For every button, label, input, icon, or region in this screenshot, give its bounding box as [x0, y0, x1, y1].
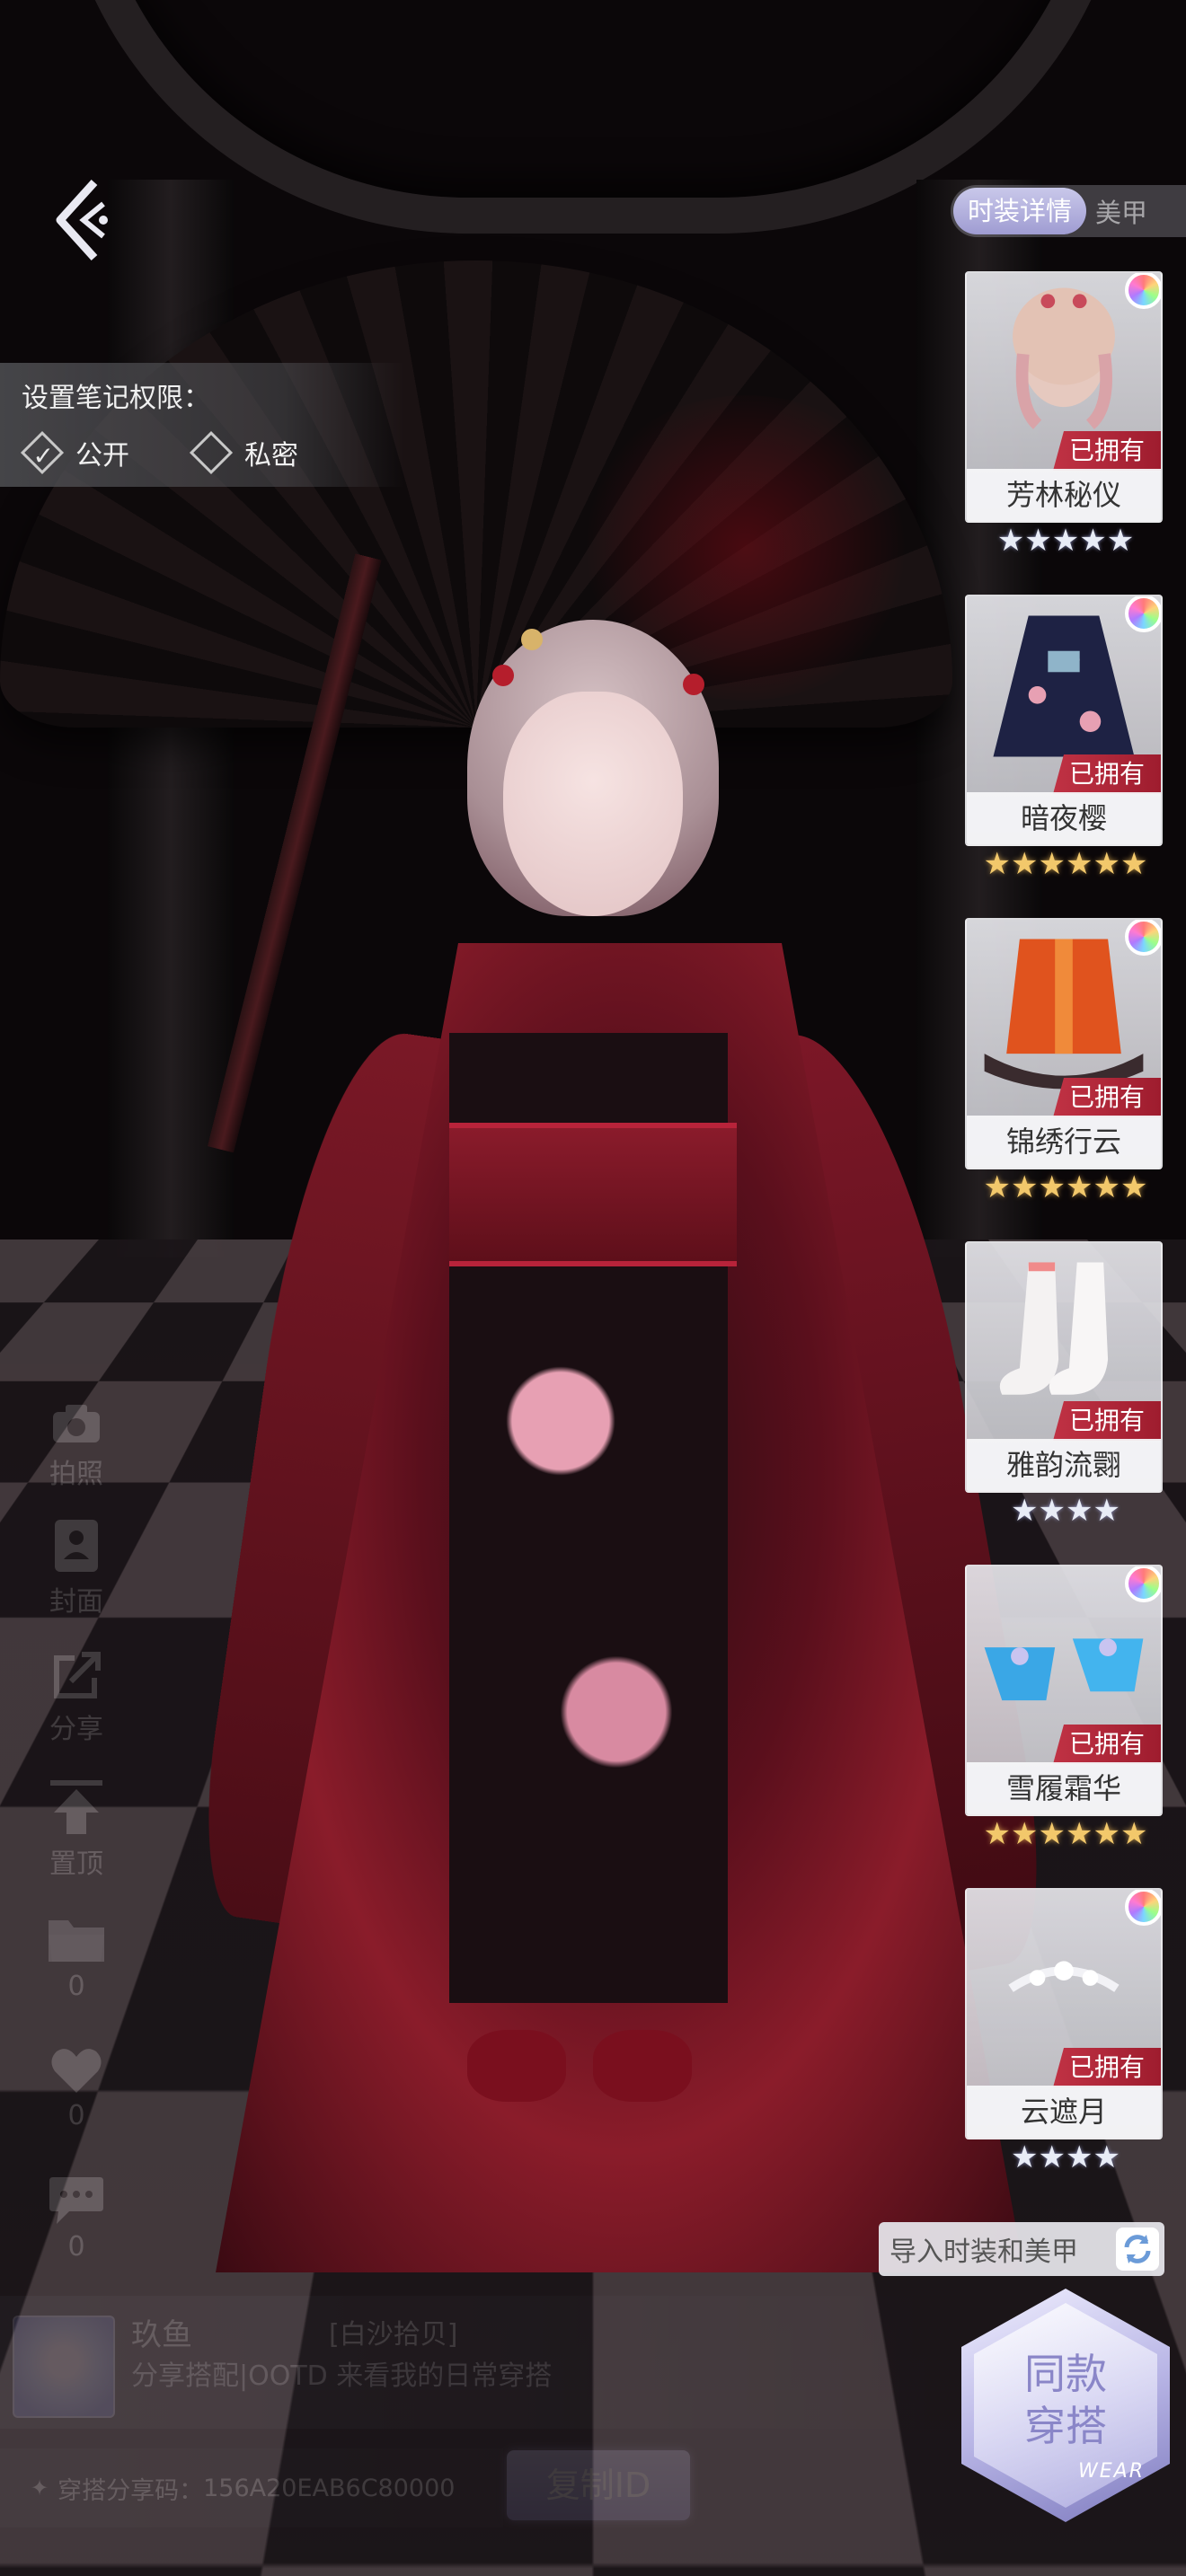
- wear-label: WEAR: [1078, 2460, 1145, 2483]
- item-card[interactable]: 已拥有 暗夜樱: [965, 595, 1163, 846]
- unchecked-diamond-icon: [190, 431, 233, 474]
- collect-button[interactable]: 0: [36, 1911, 117, 2002]
- privacy-title: 设置笔记权限：: [22, 375, 210, 415]
- privacy-option-label: 公开: [75, 433, 129, 472]
- owned-badge: 已拥有: [1053, 2048, 1161, 2087]
- item-card[interactable]: 已拥有 雪履霜华: [965, 1565, 1163, 1816]
- share-code-value: 156A20EAB6C80000: [203, 2475, 455, 2502]
- same-outfit-button[interactable]: 同款 穿搭 WEAR: [961, 2289, 1170, 2522]
- pin-top-icon: [49, 1778, 104, 1836]
- action-label: 分享: [49, 1707, 103, 1746]
- action-label: 拍照: [49, 1451, 103, 1491]
- sparkle-icon: ✦: [31, 2475, 49, 2501]
- share-icon: [49, 1651, 103, 1701]
- item-rarity-stars: ★★★★★★: [969, 848, 1163, 880]
- same-outfit-line2: 穿搭: [961, 2400, 1170, 2452]
- character-face: [503, 692, 683, 916]
- note-description: 分享搭配|OOTD 来看我的日常穿搭: [131, 2353, 552, 2393]
- character-shoe-left: [467, 2030, 566, 2102]
- detail-tabs: 时装详情 美甲: [951, 185, 1186, 237]
- color-variant-icon: [1125, 1565, 1163, 1602]
- tab-nails[interactable]: 美甲: [1086, 192, 1147, 230]
- note-privacy-panel: 设置笔记权限： ✓ 公开 私密: [0, 363, 404, 487]
- action-label: 置顶: [49, 1841, 103, 1881]
- hair-ornament: [492, 665, 514, 686]
- import-label: 导入时装和美甲: [890, 2229, 1078, 2269]
- item-rarity-stars: ★★★★★★: [969, 1171, 1163, 1204]
- item-card[interactable]: 已拥有 雅韵流翾: [965, 1241, 1163, 1493]
- share-code-row: ✦ 穿搭分享码： 156A20EAB6C80000: [0, 2448, 503, 2527]
- item-name: 芳林秘仪: [967, 469, 1161, 521]
- hair-ornament: [683, 674, 704, 695]
- item-name: 雅韵流翾: [967, 1439, 1161, 1491]
- author-name[interactable]: 玖鱼: [131, 2310, 192, 2354]
- item-rarity-stars: ★★★★: [969, 2141, 1163, 2174]
- item-card[interactable]: 已拥有 芳林秘仪: [965, 271, 1163, 523]
- comment-button[interactable]: 0: [36, 2174, 117, 2263]
- owned-badge: 已拥有: [1053, 1725, 1161, 1764]
- share-button[interactable]: 分享: [36, 1651, 117, 1746]
- pin-top-button[interactable]: 置顶: [36, 1778, 117, 1881]
- privacy-option-label: 私密: [244, 433, 298, 472]
- author-group-tag: [白沙拾贝]: [329, 2312, 457, 2351]
- photo-button[interactable]: 拍照: [36, 1401, 117, 1491]
- item-name: 云遮月: [967, 2086, 1161, 2138]
- collect-count: 0: [67, 1971, 84, 2002]
- comment-icon: [48, 2174, 105, 2226]
- owned-badge: 已拥有: [1053, 754, 1161, 794]
- socks-icon: [967, 1243, 1161, 1423]
- camera-icon: [49, 1401, 103, 1446]
- item-card[interactable]: 已拥有 锦绣行云: [965, 918, 1163, 1169]
- character-shoe-right: [593, 2030, 692, 2102]
- same-outfit-label: 同款 穿搭: [961, 2348, 1170, 2452]
- share-code-label: 穿搭分享码：: [58, 2471, 203, 2506]
- item-name: 雪履霜华: [967, 1762, 1161, 1814]
- kimono-obi: [449, 1123, 737, 1266]
- copy-id-button[interactable]: 复制ID: [507, 2450, 690, 2520]
- owned-badge: 已拥有: [1053, 431, 1161, 471]
- avatar[interactable]: [13, 2316, 115, 2418]
- back-arrow-icon: [48, 175, 111, 265]
- owned-badge: 已拥有: [1053, 1078, 1161, 1117]
- action-label: 封面: [49, 1579, 103, 1619]
- cover-button[interactable]: 封面: [36, 1518, 117, 1619]
- color-variant-icon: [1125, 271, 1163, 309]
- privacy-option-private[interactable]: 私密: [196, 433, 298, 472]
- item-rarity-stars: ★★★★★★: [969, 1818, 1163, 1850]
- item-card[interactable]: 已拥有 云遮月: [965, 1888, 1163, 2139]
- comment-count: 0: [67, 2231, 84, 2263]
- tab-outfit-details[interactable]: 时装详情: [953, 188, 1086, 234]
- color-variant-icon: [1125, 918, 1163, 956]
- refresh-icon: [1116, 2228, 1159, 2271]
- back-button[interactable]: [43, 171, 115, 269]
- item-name: 锦绣行云: [967, 1116, 1161, 1168]
- like-button[interactable]: 0: [36, 2046, 117, 2131]
- privacy-option-public[interactable]: ✓ 公开: [27, 433, 129, 472]
- same-outfit-line1: 同款: [961, 2348, 1170, 2400]
- item-rarity-stars: ★★★★: [969, 1495, 1163, 1527]
- item-name: 暗夜樱: [967, 792, 1161, 844]
- cover-icon: [49, 1518, 103, 1574]
- color-variant-icon: [1125, 595, 1163, 632]
- folder-icon: [45, 1911, 108, 1965]
- hair-ornament: [521, 629, 543, 650]
- import-outfit-and-nails-button[interactable]: 导入时装和美甲: [879, 2222, 1164, 2276]
- color-variant-icon: [1125, 1888, 1163, 1926]
- like-count: 0: [67, 2100, 84, 2131]
- heart-icon: [49, 2046, 103, 2095]
- item-rarity-stars: ★★★★★: [969, 525, 1163, 557]
- checked-diamond-icon: ✓: [21, 431, 64, 474]
- owned-badge: 已拥有: [1053, 1401, 1161, 1441]
